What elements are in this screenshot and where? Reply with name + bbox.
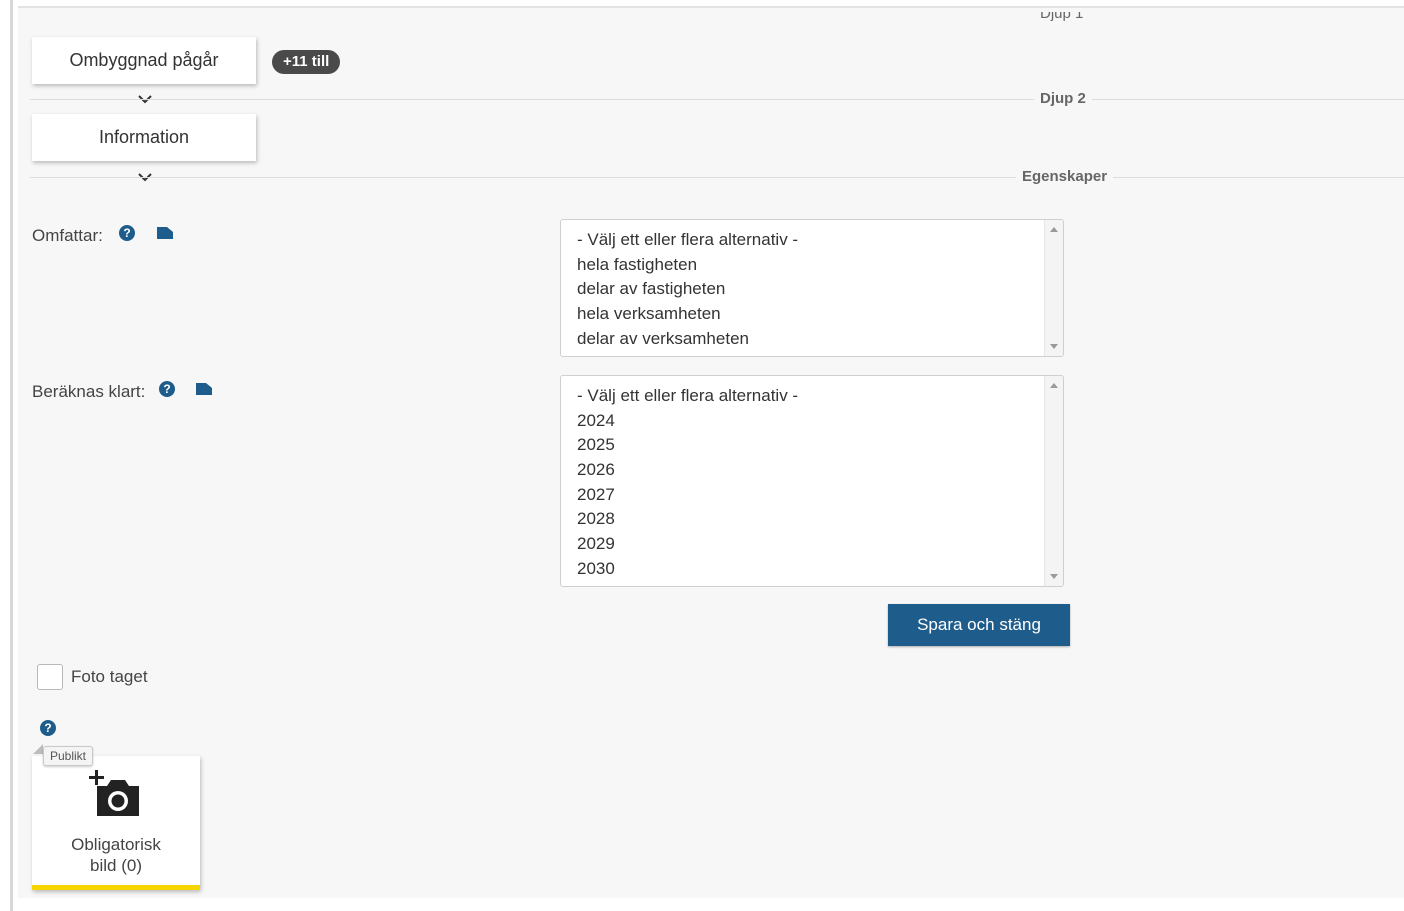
option[interactable]: 2024 (561, 409, 1063, 434)
divider-properties (30, 177, 1404, 178)
section-label-properties: Egenskaper (1016, 168, 1114, 186)
option[interactable]: 2030 (561, 557, 1063, 582)
omfattar-multiselect[interactable]: - Välj ett eller flera alternativ - hela… (560, 219, 1064, 357)
photo-card-label-line1: Obligatorisk (71, 835, 161, 854)
scroll-up-icon[interactable] (1050, 227, 1058, 232)
option[interactable]: 2026 (561, 458, 1063, 483)
folder-icon[interactable] (195, 382, 213, 396)
scrollbar[interactable] (1044, 376, 1063, 586)
option[interactable]: hela verksamheten (561, 302, 1063, 327)
scroll-up-icon[interactable] (1050, 383, 1058, 388)
photo-taken-checkbox[interactable] (37, 664, 63, 690)
option[interactable]: 2029 (561, 532, 1063, 557)
option[interactable]: delar av verksamheten (561, 327, 1063, 352)
option[interactable]: 2025 (561, 433, 1063, 458)
scrollbar[interactable] (1044, 220, 1063, 356)
section-label-depth2: Djup 2 (1034, 90, 1092, 108)
option[interactable]: 2028 (561, 507, 1063, 532)
help-icon[interactable]: ? (119, 225, 135, 241)
tag-information[interactable]: Information (32, 114, 256, 161)
mandatory-photo-card[interactable]: Obligatorisk bild (0) (32, 756, 200, 890)
scroll-down-icon[interactable] (1050, 574, 1058, 579)
option[interactable]: delar av fastigheten (561, 277, 1063, 302)
option[interactable]: 2027 (561, 483, 1063, 508)
scroll-down-icon[interactable] (1050, 344, 1058, 349)
tag-ombyggnad-label: Ombyggnad pågår (69, 50, 219, 70)
badge-notch (33, 744, 43, 754)
divider-depth2 (30, 99, 1404, 100)
folder-icon[interactable] (156, 226, 174, 240)
photo-card-label-line2: bild (0) (90, 856, 142, 875)
tag-ombyggnad[interactable]: Ombyggnad pågår (32, 37, 256, 84)
help-icon[interactable]: ? (40, 720, 56, 736)
option[interactable]: hela fastigheten (561, 253, 1063, 278)
photo-taken-label[interactable]: Foto taget (71, 667, 148, 687)
photo-card-label: Obligatorisk bild (0) (32, 834, 200, 876)
field-label-omfattar: Omfattar: (32, 226, 103, 245)
option[interactable]: - Välj ett eller flera alternativ - (561, 384, 1063, 409)
window-left-border (10, 0, 13, 911)
option[interactable]: - Välj ett eller flera alternativ - (561, 228, 1063, 253)
help-icon[interactable]: ? (159, 381, 175, 397)
public-badge: Publikt (43, 746, 94, 766)
field-label-beraknas-klart: Beräknas klart: (32, 382, 146, 401)
depth1-label-partial: Djup 1 (1040, 12, 1084, 22)
add-photo-icon (89, 770, 139, 816)
more-tags-badge[interactable]: +11 till (272, 50, 341, 74)
beraknas-klart-multiselect[interactable]: - Välj ett eller flera alternativ - 2024… (560, 375, 1064, 587)
save-and-close-button[interactable]: Spara och stäng (888, 604, 1070, 646)
tag-information-label: Information (98, 127, 190, 147)
